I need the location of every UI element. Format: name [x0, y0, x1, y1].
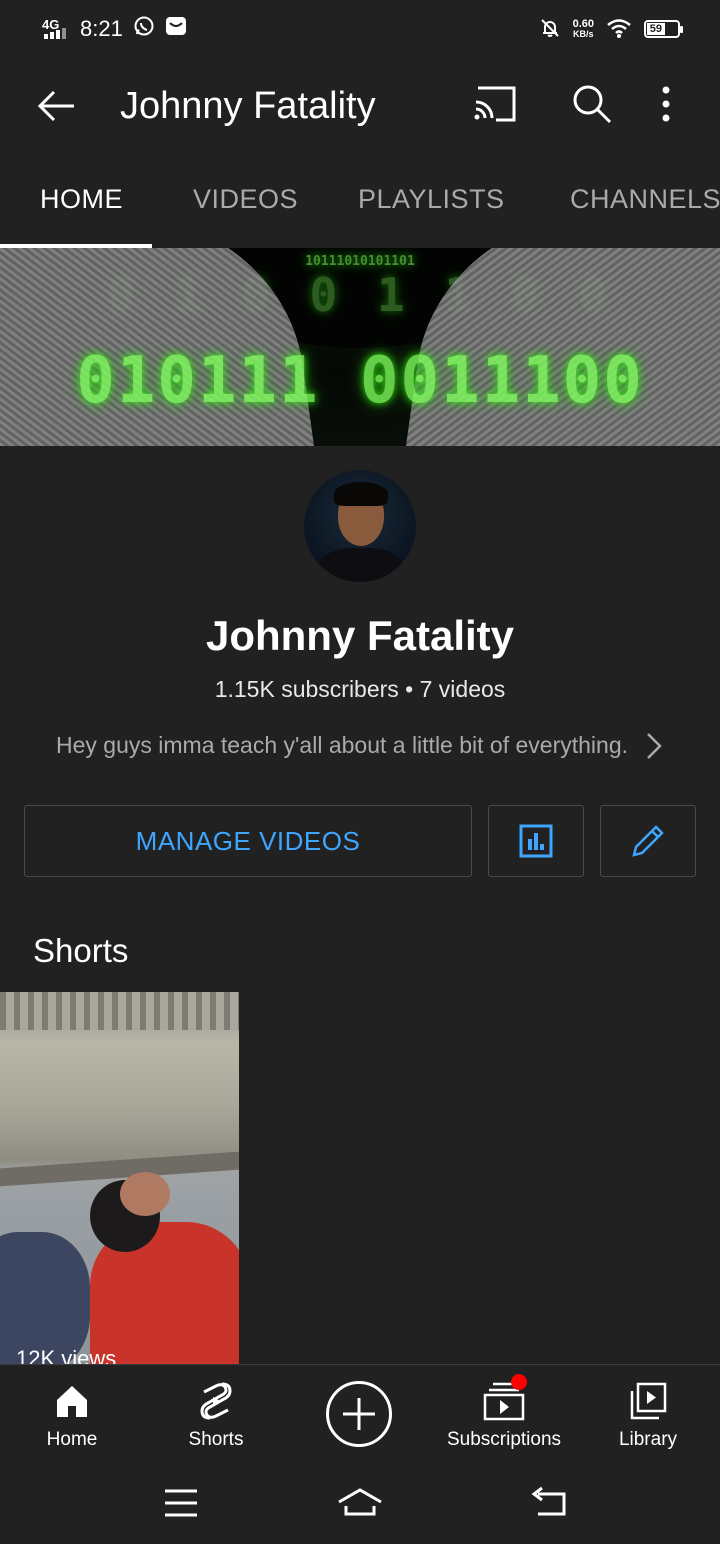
status-bar: 4G 8:21 0.60 KB/s 59: [0, 0, 720, 58]
search-button[interactable]: [570, 82, 614, 131]
create-icon: [343, 1398, 375, 1430]
arrow-back-icon: [37, 90, 74, 122]
more-options-button[interactable]: [660, 84, 672, 129]
nav-library[interactable]: Library: [576, 1365, 720, 1465]
short-thumbnail[interactable]: [0, 992, 239, 1366]
tab-home[interactable]: HOME: [40, 184, 123, 215]
cast-button[interactable]: [472, 84, 518, 129]
channel-banner: 0 1 0 0 1 1 0 0 10111010101101 010111 00…: [0, 248, 720, 446]
channel-name: Johnny Fatality: [205, 612, 515, 659]
whatsapp-icon: [133, 15, 155, 43]
back-system-icon: [531, 1486, 566, 1516]
network-speed: 0.60 KB/s: [572, 18, 594, 40]
status-time: 8:21: [80, 16, 123, 41]
home-system-button[interactable]: [336, 1484, 384, 1527]
pencil-icon: [632, 825, 664, 857]
analytics-button[interactable]: [488, 805, 584, 877]
new-content-badge: [511, 1374, 527, 1390]
notifications-off-icon: [539, 17, 561, 42]
description-expand-button[interactable]: [640, 730, 666, 767]
analytics-icon: [519, 824, 553, 858]
tab-channels[interactable]: CHANNELS: [570, 184, 720, 215]
edit-channel-button[interactable]: [600, 805, 696, 877]
page-title: Johnny Fatality: [120, 85, 376, 127]
search-icon: [573, 85, 612, 124]
mail-notification-icon: [165, 15, 187, 43]
channel-avatar[interactable]: [304, 470, 416, 582]
battery-level: 59: [647, 23, 665, 35]
manage-videos-button[interactable]: MANAGE VIDEOS: [24, 805, 472, 877]
nav-shorts-label: Shorts: [188, 1429, 244, 1450]
chevron-right-icon: [647, 733, 662, 759]
wifi-icon: [606, 17, 632, 42]
create-button[interactable]: [326, 1381, 392, 1447]
shorts-icon: [200, 1382, 232, 1420]
more-vert-icon: [662, 86, 670, 122]
tab-videos[interactable]: VIDEOS: [193, 184, 298, 215]
channel-stats: 1.15K subscribers • 7 videos: [214, 676, 506, 702]
app-bar: Johnny Fatality: [0, 58, 720, 154]
nav-library-label: Library: [618, 1429, 678, 1450]
nav-shorts[interactable]: Shorts: [144, 1365, 288, 1465]
nav-subscriptions[interactable]: Subscriptions: [432, 1365, 576, 1465]
nav-subscriptions-label: Subscriptions: [446, 1429, 562, 1450]
channel-description[interactable]: Hey guys imma teach y'all about a little…: [56, 732, 628, 759]
tab-playlists[interactable]: PLAYLISTS: [358, 184, 505, 215]
bottom-navigation: Home Shorts Subscriptions Library: [0, 1364, 720, 1464]
cast-icon: [474, 86, 516, 122]
nav-home-label: Home: [46, 1429, 98, 1450]
menu-icon: [165, 1489, 197, 1517]
nav-home[interactable]: Home: [0, 1365, 144, 1465]
library-icon: [630, 1382, 667, 1420]
shorts-section-title: Shorts: [33, 932, 129, 969]
back-system-button[interactable]: [528, 1484, 570, 1527]
menu-button[interactable]: [162, 1484, 200, 1527]
cellular-signal-icon: 4G: [40, 17, 70, 41]
system-navigation: [0, 1464, 720, 1544]
home-icon: [57, 1386, 87, 1417]
channel-tabs: HOME VIDEOS PLAYLISTS CHANNELS: [0, 154, 720, 248]
home-outline-icon: [338, 1488, 382, 1516]
battery-icon: 59: [644, 20, 683, 38]
back-button[interactable]: [34, 84, 78, 128]
